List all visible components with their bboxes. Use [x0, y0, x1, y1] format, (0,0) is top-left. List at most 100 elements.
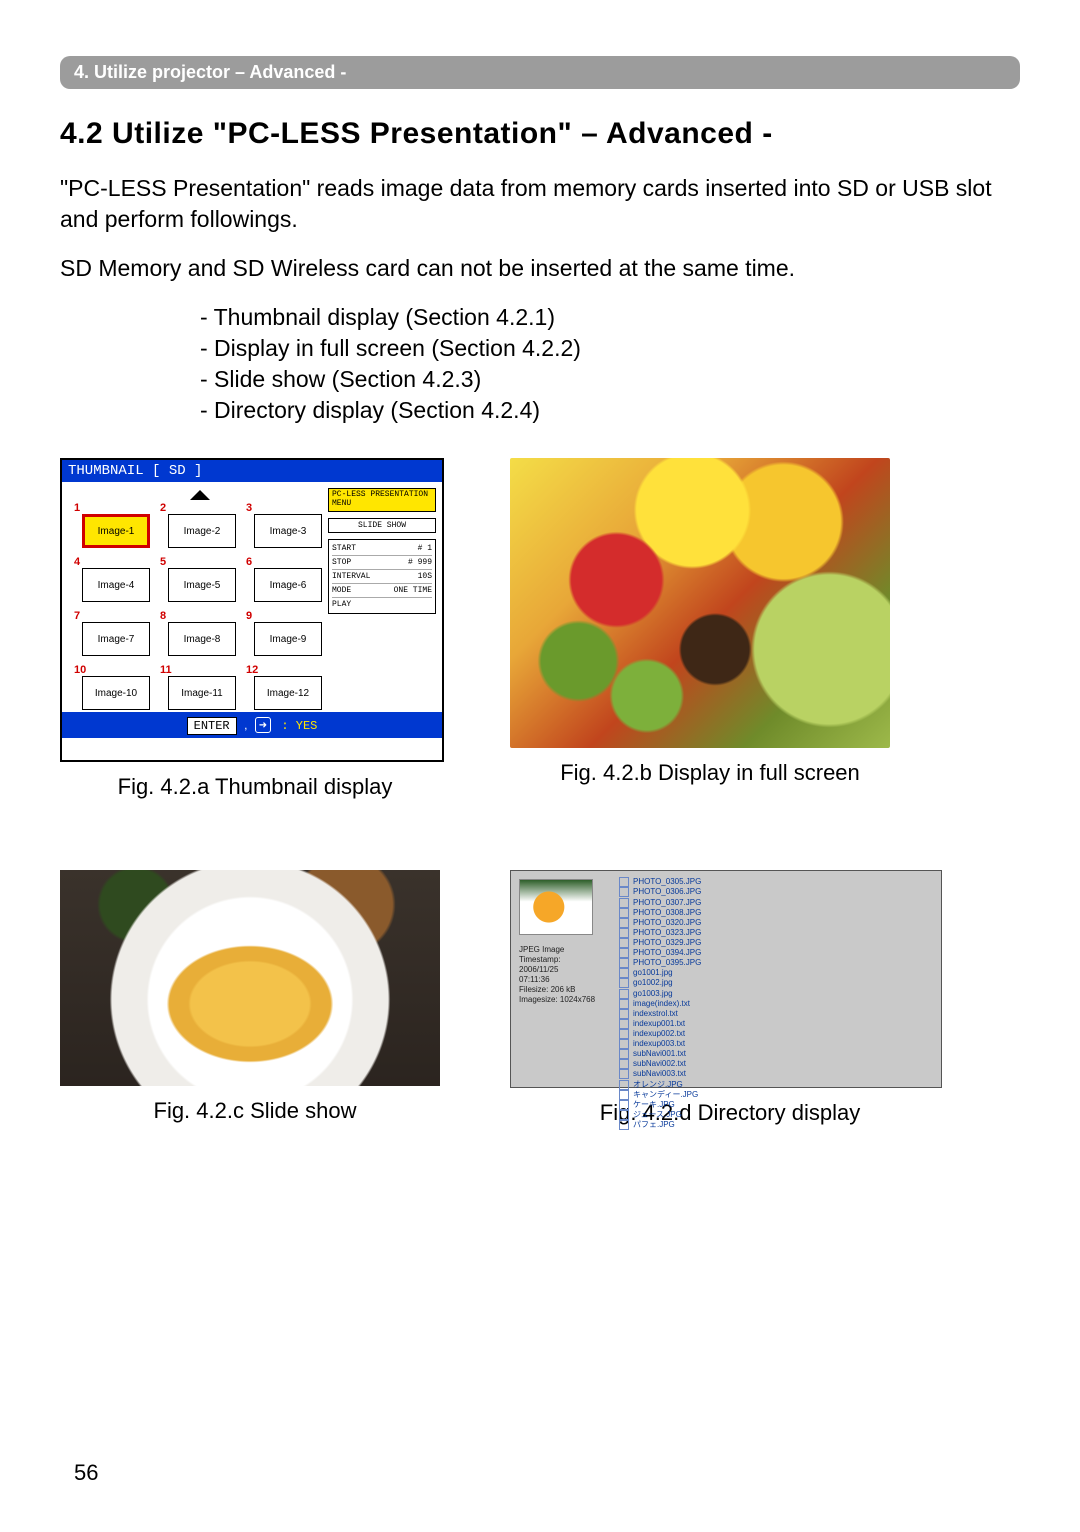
fullscreen-photo — [510, 458, 890, 748]
thumbnail-cell-8[interactable]: 8Image-8 — [162, 612, 238, 660]
thumbnail-cell-2[interactable]: 2Image-2 — [162, 504, 238, 552]
figure-a-caption: Fig. 4.2.a Thumbnail display — [60, 774, 450, 800]
setting-value: # 1 — [418, 544, 432, 553]
thumbnail-cell-9[interactable]: 9Image-9 — [248, 612, 324, 660]
file-entry[interactable]: PHOTO_0305.JPG — [619, 877, 931, 887]
file-entry[interactable]: PHOTO_0308.JPG — [619, 908, 931, 918]
file-entry[interactable]: subNavi003.txt — [619, 1069, 931, 1079]
thumbnail-title-bar: THUMBNAIL [ SD ] — [62, 460, 442, 482]
thumbnail-label: Image-6 — [254, 568, 322, 602]
slideshow-photo — [60, 870, 440, 1086]
meta-line: 2006/11/25 — [519, 965, 605, 975]
file-entry[interactable]: indexup003.txt — [619, 1039, 931, 1049]
thumbnail-cell-11[interactable]: 11Image-11 — [162, 666, 238, 714]
thumbnail-label: Image-11 — [168, 676, 236, 710]
thumbnail-cell-5[interactable]: 5Image-5 — [162, 558, 238, 606]
thumbnail-label: Image-9 — [254, 622, 322, 656]
feature-list: - Thumbnail display (Section 4.2.1) - Di… — [200, 302, 1020, 426]
thumbnail-index: 1 — [74, 502, 80, 514]
thumbnail-index: 4 — [74, 556, 80, 568]
thumbnail-label: Image-5 — [168, 568, 236, 602]
file-entry[interactable]: ジュース.JPG — [619, 1110, 931, 1120]
file-entry[interactable]: PHOTO_0323.JPG — [619, 928, 931, 938]
thumbnail-cell-6[interactable]: 6Image-6 — [248, 558, 324, 606]
slideshow-setting-row[interactable]: STOP# 999 — [332, 556, 432, 570]
intro-para-2: SD Memory and SD Wireless card can not b… — [60, 253, 1020, 284]
breadcrumb-text: 4. Utilize projector – Advanced - — [74, 62, 346, 82]
setting-key: MODE — [332, 586, 351, 595]
directory-preview-thumb — [519, 879, 593, 935]
slideshow-setting-row[interactable]: INTERVAL10S — [332, 570, 432, 584]
meta-line: 07:11:36 — [519, 975, 605, 985]
directory-file-list: PHOTO_0305.JPGPHOTO_0306.JPGPHOTO_0307.J… — [619, 877, 931, 1081]
thumbnail-window: THUMBNAIL [ SD ] 1Image-12Image-23Image-… — [60, 458, 444, 762]
thumbnail-grid: 1Image-12Image-23Image-34Image-45Image-5… — [76, 504, 324, 714]
slideshow-setting-row[interactable]: START # 1 — [332, 542, 432, 556]
thumbnail-label: Image-2 — [168, 514, 236, 548]
figure-a: THUMBNAIL [ SD ] 1Image-12Image-23Image-… — [60, 458, 450, 800]
thumbnail-index: 6 — [246, 556, 252, 568]
thumbnail-index: 7 — [74, 610, 80, 622]
file-entry[interactable]: オレンジ.JPG — [619, 1080, 931, 1090]
figure-b-caption: Fig. 4.2.b Display in full screen — [510, 760, 910, 786]
page-number: 56 — [74, 1460, 98, 1486]
thumbnail-index: 5 — [160, 556, 166, 568]
file-entry[interactable]: パフェ.JPG — [619, 1120, 931, 1130]
figure-d: JPEG ImageTimestamp:2006/11/2507:11:36Fi… — [510, 870, 950, 1126]
file-entry[interactable]: indexstrol.txt — [619, 1009, 931, 1019]
thumbnail-index: 12 — [246, 664, 258, 676]
meta-line: Filesize: 206 kB — [519, 985, 605, 995]
thumbnail-index: 10 — [74, 664, 86, 676]
thumbnail-index: 11 — [160, 664, 172, 676]
directory-window: JPEG ImageTimestamp:2006/11/2507:11:36Fi… — [510, 870, 942, 1088]
slideshow-setting-row[interactable]: PLAY — [332, 598, 432, 611]
thumbnail-label: Image-3 — [254, 514, 322, 548]
thumbnail-label: Image-10 — [82, 676, 150, 710]
slideshow-setting-row[interactable]: MODEONE TIME — [332, 584, 432, 598]
file-entry[interactable]: PHOTO_0320.JPG — [619, 918, 931, 928]
thumbnail-label: Image-8 — [168, 622, 236, 656]
section-heading: 4.2 Utilize "PC-LESS Presentation" – Adv… — [60, 117, 1020, 151]
file-entry[interactable]: PHOTO_0394.JPG — [619, 948, 931, 958]
file-entry[interactable]: go1003.jpg — [619, 989, 931, 999]
file-entry[interactable]: PHOTO_0307.JPG — [619, 898, 931, 908]
file-entry[interactable]: PHOTO_0329.JPG — [619, 938, 931, 948]
file-entry[interactable]: go1001.jpg — [619, 968, 931, 978]
fruit-image — [510, 458, 890, 748]
thumbnail-cell-10[interactable]: 10Image-10 — [76, 666, 152, 714]
setting-value: 10S — [418, 572, 432, 581]
thumbnail-cell-7[interactable]: 7Image-7 — [76, 612, 152, 660]
thumbnail-cell-3[interactable]: 3Image-3 — [248, 504, 324, 552]
scroll-up-icon[interactable] — [190, 490, 210, 500]
file-entry[interactable]: subNavi002.txt — [619, 1059, 931, 1069]
bullet-slideshow: - Slide show (Section 4.2.3) — [200, 364, 1020, 395]
meta-line: Timestamp: — [519, 955, 605, 965]
file-entry[interactable]: indexup001.txt — [619, 1019, 931, 1029]
thumbnail-cell-4[interactable]: 4Image-4 — [76, 558, 152, 606]
file-entry[interactable]: subNavi001.txt — [619, 1049, 931, 1059]
figure-c-caption: Fig. 4.2.c Slide show — [60, 1098, 450, 1124]
setting-key: STOP — [332, 558, 351, 567]
file-entry[interactable]: キャンディー.JPG — [619, 1090, 931, 1100]
thumbnail-cell-12[interactable]: 12Image-12 — [248, 666, 324, 714]
thumbnail-index: 9 — [246, 610, 252, 622]
thumbnail-label: Image-1 — [82, 514, 150, 548]
file-entry[interactable]: indexup002.txt — [619, 1029, 931, 1039]
file-entry[interactable]: PHOTO_0395.JPG — [619, 958, 931, 968]
figure-b: Fig. 4.2.b Display in full screen — [510, 458, 910, 800]
bullet-thumbnail: - Thumbnail display (Section 4.2.1) — [200, 302, 1020, 333]
bullet-fullscreen: - Display in full screen (Section 4.2.2) — [200, 333, 1020, 364]
file-entry[interactable]: PHOTO_0306.JPG — [619, 887, 931, 897]
slideshow-settings: START # 1 STOP# 999INTERVAL10SMODEONE TIME… — [328, 539, 436, 614]
file-entry[interactable]: image(index).txt — [619, 999, 931, 1009]
footer-comma: , — [244, 718, 247, 732]
pcless-menu-header[interactable]: PC-LESS PRESENTATION MENU — [328, 488, 436, 512]
thumbnail-footer: ENTER , ➜ : YES — [62, 712, 442, 738]
file-entry[interactable]: ケーキ.JPG — [619, 1100, 931, 1110]
meta-line: JPEG Image — [519, 945, 605, 955]
file-entry[interactable]: go1002.jpg — [619, 978, 931, 988]
bullet-directory: - Directory display (Section 4.2.4) — [200, 395, 1020, 426]
directory-meta: JPEG ImageTimestamp:2006/11/2507:11:36Fi… — [519, 945, 605, 1005]
setting-key: START — [332, 544, 356, 553]
thumbnail-cell-1[interactable]: 1Image-1 — [76, 504, 152, 552]
